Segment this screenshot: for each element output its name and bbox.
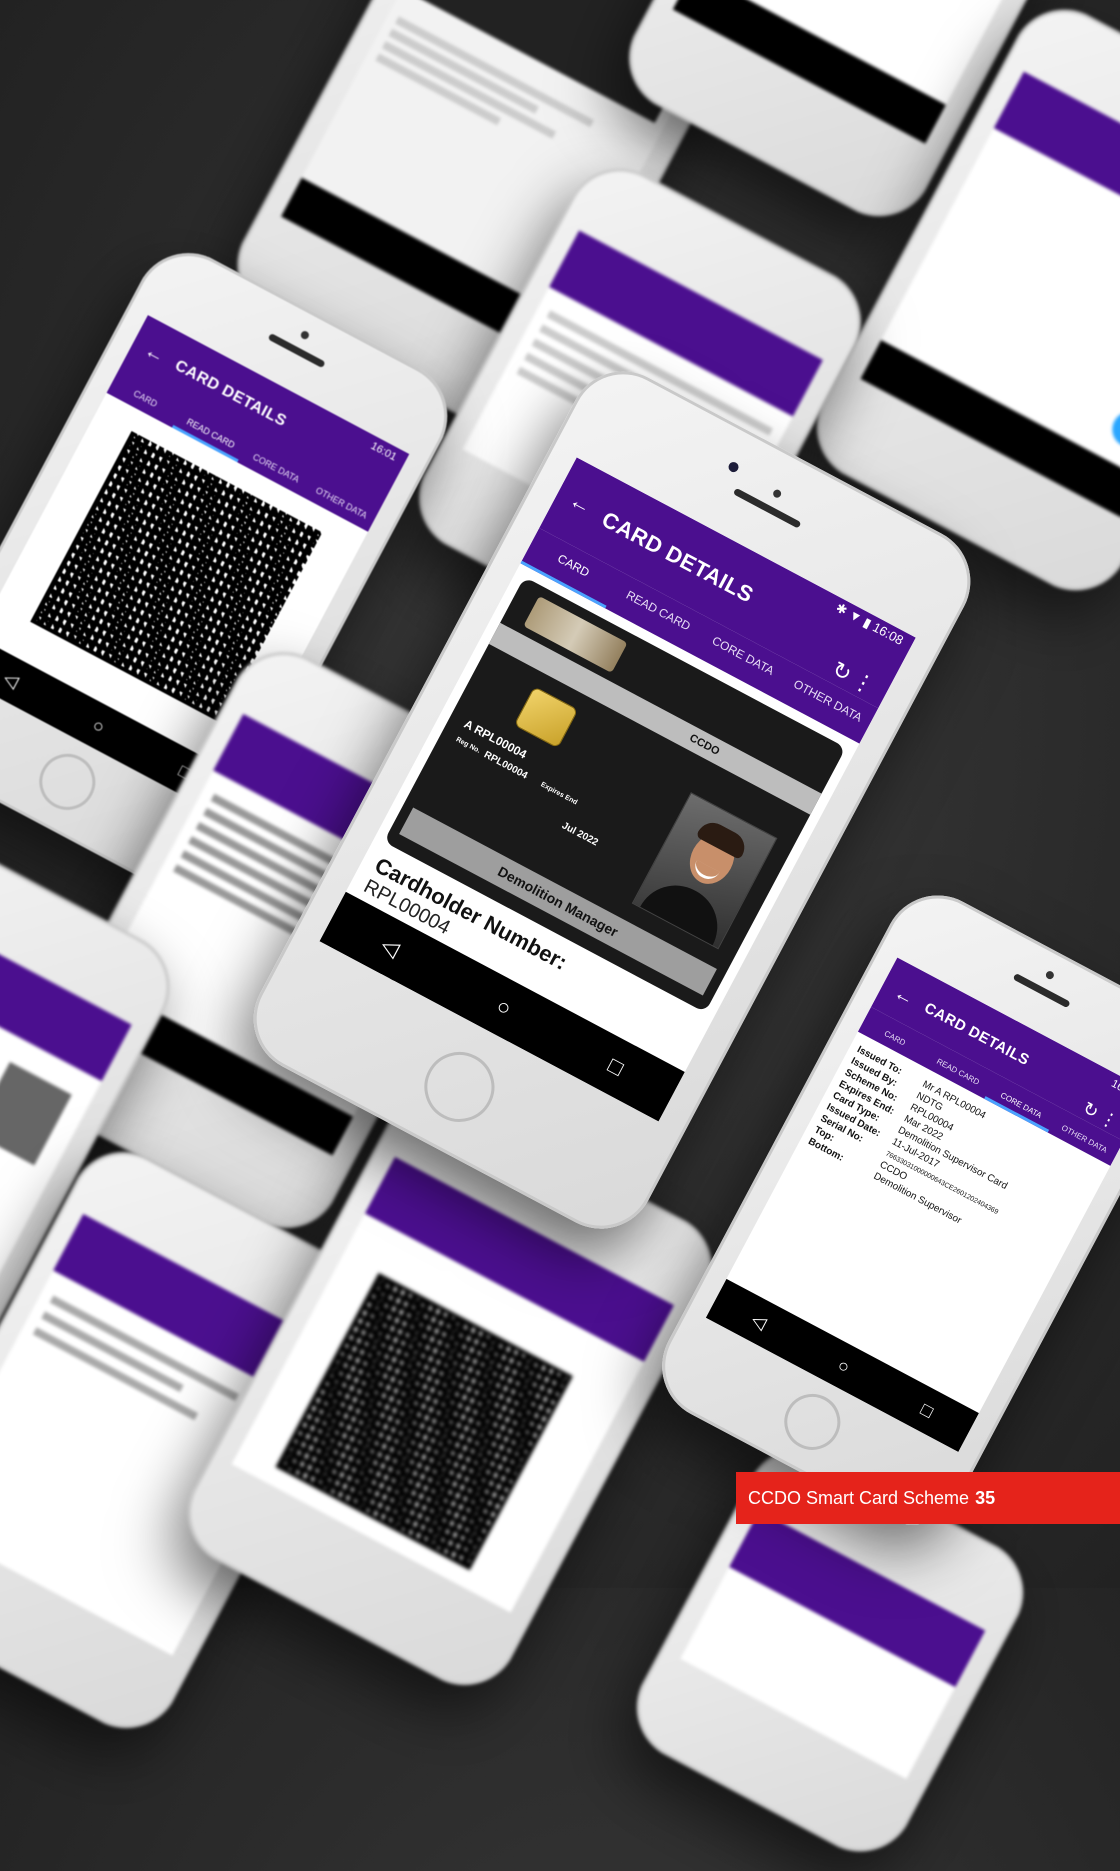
cardholder-photo [631, 792, 778, 950]
nav-home-icon[interactable]: ○ [492, 993, 515, 1022]
nav-back-icon[interactable]: ◁ [377, 932, 404, 963]
nav-home-icon[interactable]: ○ [89, 714, 108, 738]
nav-recent-icon[interactable]: □ [604, 1052, 627, 1081]
issuer-logo: CCDO [687, 732, 722, 758]
speaker [732, 487, 802, 529]
chip-icon [513, 686, 579, 749]
reg-no-label: Reg No. [454, 736, 482, 755]
page-number: 35 [975, 1488, 996, 1508]
nav-back-icon[interactable]: ◁ [0, 667, 23, 692]
speaker [1012, 972, 1071, 1009]
expires-label: Expires End [539, 781, 579, 807]
nav-back-icon[interactable]: ◁ [748, 1309, 771, 1334]
front-camera [726, 460, 741, 474]
status-bar: ✱ ▼ ▮ 16:08 [833, 599, 907, 648]
home-button[interactable] [774, 1384, 851, 1460]
arrow-left-icon[interactable]: ← [565, 487, 596, 520]
home-button[interactable] [29, 744, 106, 820]
home-button[interactable] [412, 1039, 507, 1135]
front-camera [1044, 969, 1056, 981]
page-footer: CCDO Smart Card Scheme 35 [736, 1472, 1120, 1524]
nav-home-icon[interactable]: ○ [834, 1354, 853, 1378]
footer-text: CCDO Smart Card Scheme [748, 1488, 970, 1508]
sensor [771, 488, 783, 500]
front-camera [299, 329, 311, 341]
speaker [267, 332, 326, 369]
nav-recent-icon[interactable]: □ [917, 1399, 937, 1423]
expires-short: Jul 2022 [559, 820, 600, 849]
